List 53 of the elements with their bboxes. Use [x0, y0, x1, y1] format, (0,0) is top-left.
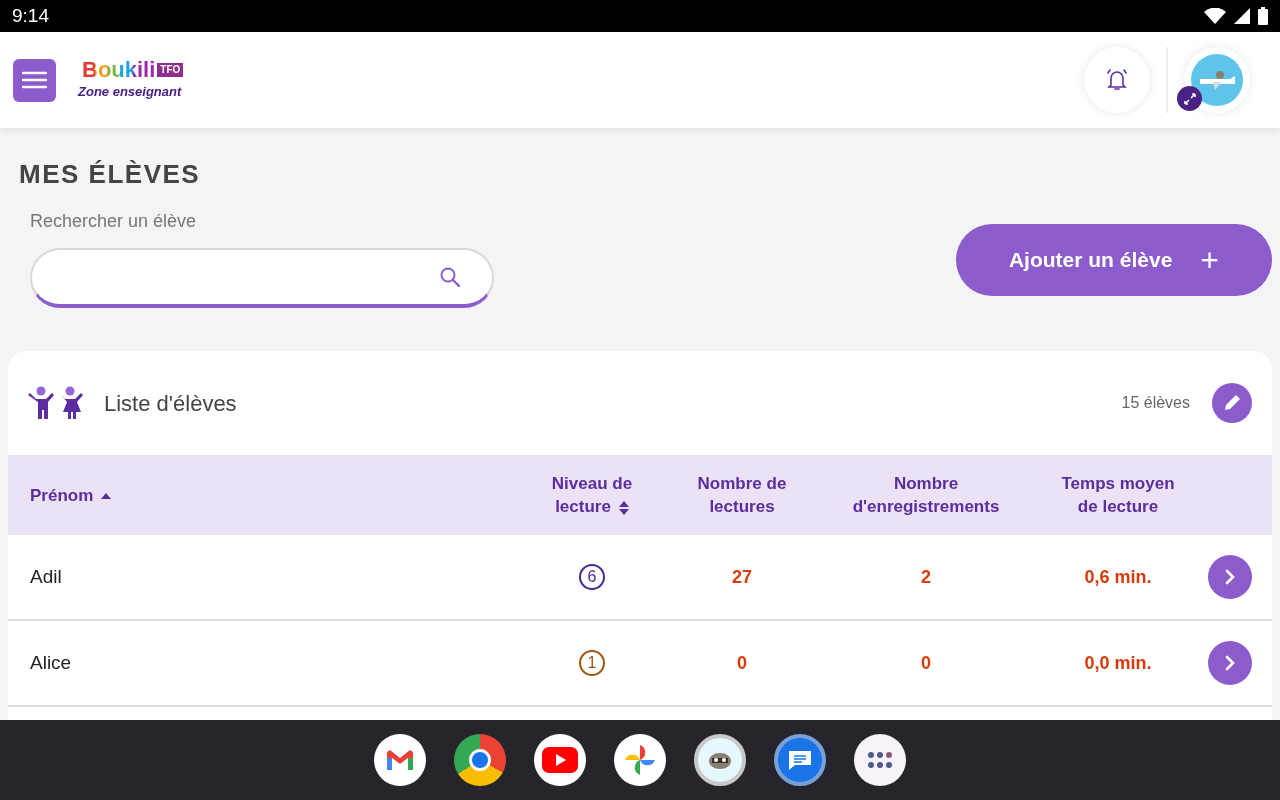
readings-count: 27 [732, 565, 752, 589]
menu-icon [22, 71, 47, 89]
bell-icon [1106, 68, 1128, 92]
column-header[interactable]: Niveau de lecture [522, 472, 662, 518]
wifi-icon [1204, 8, 1226, 24]
recordings-count: 2 [921, 565, 931, 589]
student-row[interactable]: Adil 6 27 2 0,6 min. [8, 535, 1272, 621]
student-row[interactable]: Alice 1 0 0 0,0 min. [8, 621, 1272, 707]
student-name: Alice [29, 650, 73, 675]
children-icon [28, 386, 84, 420]
recordings-count: 0 [921, 651, 931, 675]
clock-text: 9:14 [12, 3, 49, 28]
student-count: 15 élèves [1121, 393, 1190, 413]
search-icon [438, 265, 462, 289]
sort-icon[interactable] [618, 500, 629, 515]
readings-count: 0 [737, 651, 747, 675]
column-header[interactable]: Temps moyen de lecture [1053, 472, 1183, 518]
video-app-icon[interactable] [534, 734, 586, 786]
menu-button[interactable] [13, 58, 56, 102]
column-header[interactable]: Nombre d'enregistrements [822, 472, 1030, 518]
search-label: Rechercher un élève [30, 210, 198, 233]
airplane-icon [1197, 68, 1237, 92]
browser-app-icon[interactable] [454, 734, 506, 786]
edit-button[interactable] [1212, 383, 1252, 423]
battery-icon [1258, 7, 1268, 25]
open-student-button[interactable] [1208, 555, 1252, 599]
add-student-button[interactable]: Ajouter un élève + [956, 224, 1272, 296]
column-header[interactable]: Nombre de lectures [687, 472, 797, 518]
chevron-right-icon [1224, 568, 1236, 586]
swap-arrows-icon [1183, 92, 1196, 105]
chevron-right-icon [1224, 654, 1236, 672]
pencil-icon [1222, 393, 1242, 413]
raccoon-app-icon[interactable] [694, 734, 746, 786]
mail-app-icon[interactable] [374, 734, 426, 786]
reading-level-badge: 1 [579, 650, 605, 676]
switch-account-badge[interactable] [1177, 86, 1202, 111]
brand-badge: TFO [157, 63, 184, 78]
sort-ascending-icon[interactable] [101, 493, 112, 499]
page-title: MES ÉLÈVES [19, 158, 202, 190]
app-grid-icon[interactable] [854, 734, 906, 786]
reading-level-badge: 6 [579, 564, 605, 590]
average-time: 0,6 min. [1084, 565, 1152, 589]
pinwheel-app-icon[interactable] [614, 734, 666, 786]
average-time: 0,0 min. [1084, 651, 1152, 675]
list-title: Liste d'élèves [104, 389, 237, 418]
signal-icon [1234, 8, 1250, 24]
avatar-button[interactable] [1184, 47, 1250, 113]
notifications-button[interactable] [1084, 47, 1150, 113]
open-student-button[interactable] [1208, 641, 1252, 685]
student-name: Adil [29, 564, 63, 589]
messages-app-icon[interactable] [774, 734, 826, 786]
column-header[interactable]: Prénom [30, 483, 112, 507]
zone-subtitle: Zone enseignant [78, 83, 183, 102]
